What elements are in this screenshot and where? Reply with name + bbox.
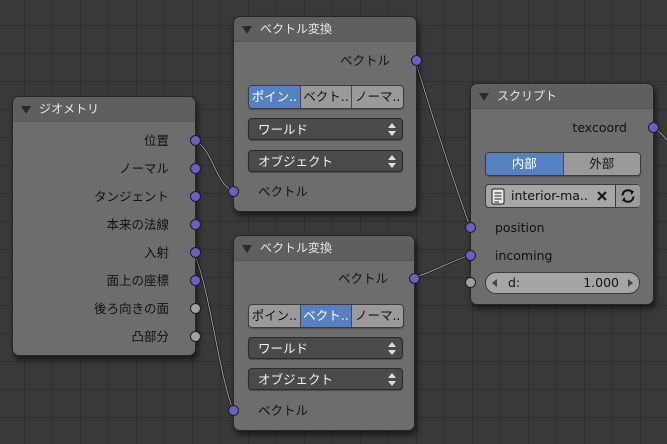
node-title: ベクトル変換 <box>260 22 333 36</box>
updown-arrows-icon <box>388 342 396 355</box>
collapse-triangle-icon[interactable] <box>21 106 31 114</box>
input-label-vector: ベクトル <box>258 184 309 199</box>
d-number-field[interactable]: d: 1.000 <box>485 272 640 294</box>
node-title: ジオメトリ <box>39 102 100 116</box>
type-point-button[interactable]: ポイン.. <box>249 86 301 108</box>
collapse-triangle-icon[interactable] <box>242 245 252 253</box>
output-socket-vector[interactable] <box>409 273 420 284</box>
output-label-true-normal: 本来の法線 <box>106 217 169 232</box>
d-field-label: d: <box>508 275 521 290</box>
input-socket-incoming[interactable] <box>465 250 476 261</box>
output-label-tangent: タンジェント <box>93 189 169 204</box>
node-header[interactable]: ベクトル変換 <box>234 236 414 261</box>
output-socket-position[interactable] <box>190 135 201 146</box>
convert-from-value: ワールド <box>258 341 309 356</box>
type-point-button[interactable]: ポイン.. <box>249 305 301 327</box>
output-label-backfacing: 後ろ向きの面 <box>93 301 169 316</box>
input-socket-vector[interactable] <box>228 405 239 416</box>
reload-icon <box>621 189 635 203</box>
geometry-node[interactable]: ジオメトリ 位置 ノーマル タンジェント 本来の法線 入射 面上の座標 後ろ向き… <box>12 96 201 356</box>
node-header[interactable]: スクリプト <box>471 84 653 109</box>
node-header[interactable]: ベクトル変換 <box>234 17 416 42</box>
clear-x-icon[interactable] <box>596 190 608 202</box>
output-label-incoming: 入射 <box>143 245 169 260</box>
type-vector-button[interactable]: ベクト.. <box>300 305 353 327</box>
decrement-arrow-icon[interactable] <box>492 279 497 287</box>
vector-transform-node-top[interactable]: ベクトル変換 ベクトル ポイン.. ベクト.. ノーマ.. ワールド オブジェク… <box>228 16 422 212</box>
convert-to-value: オブジェクト <box>258 372 334 387</box>
output-socket-normal[interactable] <box>190 163 201 174</box>
output-label-texcoord: texcoord <box>572 120 627 135</box>
output-socket-backfacing[interactable] <box>190 303 201 314</box>
vector-type-selector: ポイン.. ベクト.. ノーマ.. <box>248 85 404 109</box>
type-normal-button[interactable]: ノーマ.. <box>352 305 403 327</box>
reload-button[interactable] <box>615 185 640 207</box>
output-socket-vector[interactable] <box>411 55 422 66</box>
convert-to-dropdown[interactable]: オブジェクト <box>248 150 403 172</box>
output-label-position: 位置 <box>143 133 169 148</box>
output-label-parametric: 面上の座標 <box>106 273 169 288</box>
output-socket-tangent[interactable] <box>190 191 201 202</box>
node-header[interactable]: ジオメトリ <box>13 97 195 122</box>
output-label-vector: ベクトル <box>337 271 388 286</box>
updown-arrows-icon <box>388 123 396 136</box>
script-file-field[interactable]: interior-ma.. <box>485 184 640 208</box>
increment-arrow-icon[interactable] <box>628 279 633 287</box>
d-field-value: 1.000 <box>583 275 619 290</box>
mode-external-button[interactable]: 外部 <box>563 153 640 175</box>
output-socket-pointiness[interactable] <box>190 331 201 342</box>
script-node[interactable]: スクリプト texcoord 内部 外部 interior-ma.. posit… <box>465 83 659 305</box>
convert-from-value: ワールド <box>258 122 309 137</box>
script-mode-selector: 内部 外部 <box>485 152 641 176</box>
vector-type-selector: ポイン.. ベクト.. ノーマ.. <box>248 304 404 328</box>
script-file-name: interior-ma.. <box>511 188 588 203</box>
convert-from-dropdown[interactable]: ワールド <box>248 118 403 140</box>
convert-from-dropdown[interactable]: ワールド <box>248 337 403 359</box>
mode-internal-button[interactable]: 内部 <box>486 153 564 175</box>
updown-arrows-icon <box>388 155 396 168</box>
updown-arrows-icon <box>388 373 396 386</box>
node-title: ベクトル変換 <box>260 241 333 255</box>
output-socket-texcoord[interactable] <box>648 122 659 133</box>
convert-to-value: オブジェクト <box>258 154 334 169</box>
output-socket-parametric[interactable] <box>190 275 201 286</box>
node-title: スクリプト <box>497 89 558 103</box>
output-label-normal: ノーマル <box>118 161 169 176</box>
input-socket-d[interactable] <box>465 277 476 288</box>
text-file-icon <box>491 188 505 205</box>
output-socket-incoming[interactable] <box>190 247 201 258</box>
output-label-vector: ベクトル <box>339 53 390 68</box>
input-socket-position[interactable] <box>465 222 476 233</box>
output-socket-true-normal[interactable] <box>190 219 201 230</box>
vector-transform-node-bottom[interactable]: ベクトル変換 ベクトル ポイン.. ベクト.. ノーマ.. ワールド オブジェク… <box>228 235 420 431</box>
input-label-vector: ベクトル <box>258 403 309 418</box>
input-label-position: position <box>495 220 545 235</box>
input-socket-vector[interactable] <box>228 186 239 197</box>
type-normal-button[interactable]: ノーマ.. <box>352 86 403 108</box>
convert-to-dropdown[interactable]: オブジェクト <box>248 368 403 390</box>
input-label-incoming: incoming <box>495 248 553 263</box>
collapse-triangle-icon[interactable] <box>479 93 489 101</box>
link-top-vector-to-position <box>413 57 472 229</box>
link-bottom-vector-to-incoming <box>411 253 472 280</box>
type-vector-button[interactable]: ベクト.. <box>300 86 353 108</box>
output-label-pointiness: 凸部分 <box>131 329 169 344</box>
collapse-triangle-icon[interactable] <box>242 26 252 34</box>
